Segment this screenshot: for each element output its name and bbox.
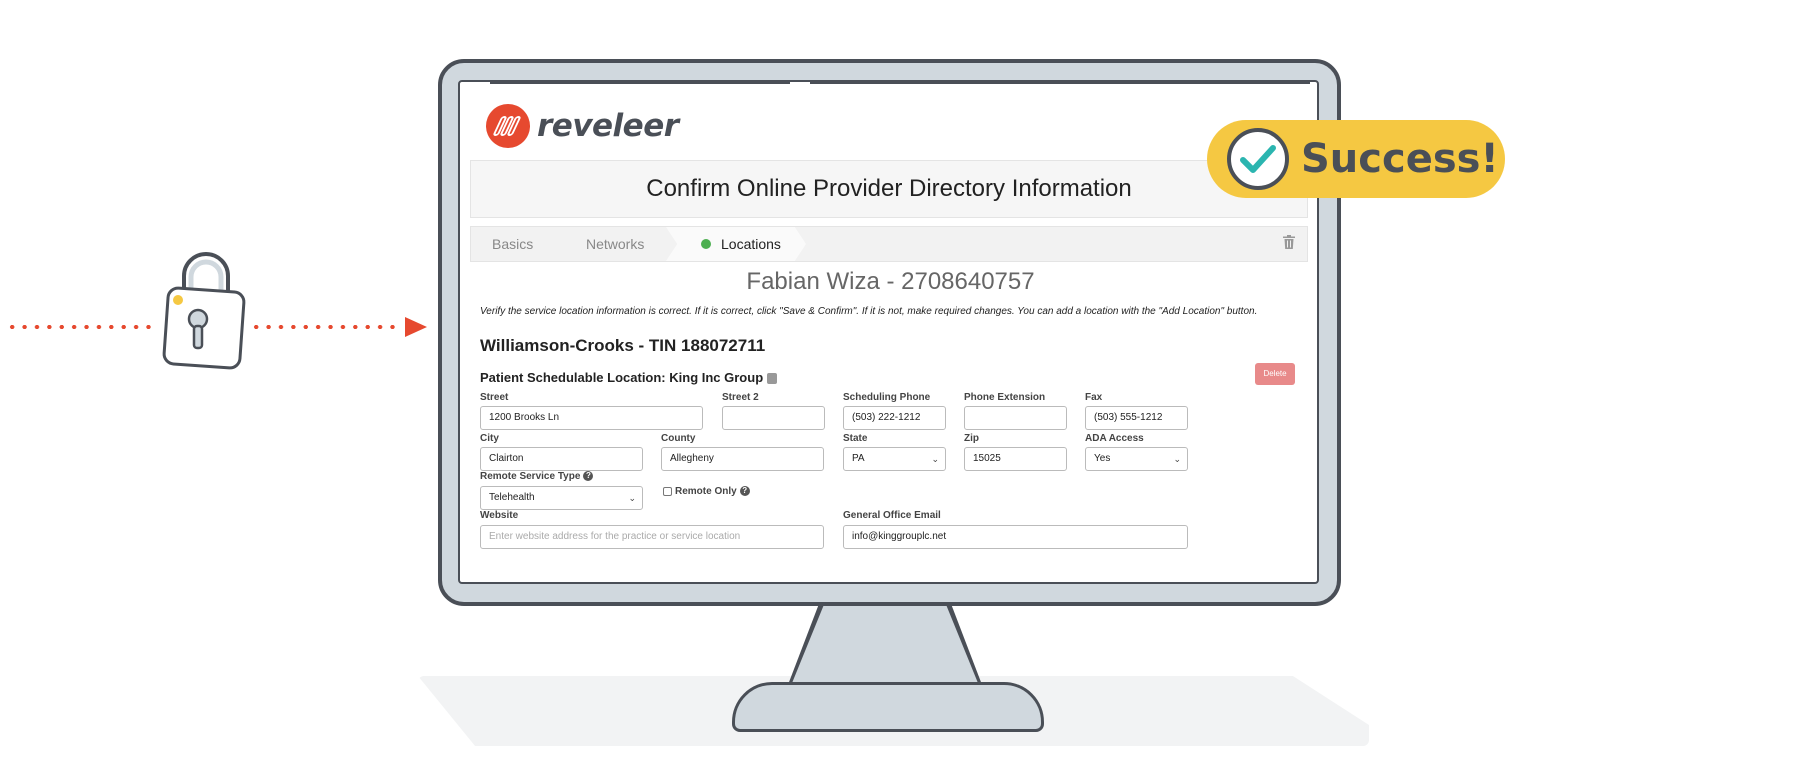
- chevron-down-icon: ⌄: [931, 454, 939, 464]
- street2-input[interactable]: [722, 406, 825, 430]
- help-icon[interactable]: ?: [583, 471, 594, 482]
- success-text: Success!: [1301, 136, 1499, 182]
- trash-icon[interactable]: [1283, 235, 1295, 249]
- general-office-email-input[interactable]: info@kinggrouplc.net: [843, 525, 1188, 549]
- remote-service-type-select[interactable]: Telehealth ⌄: [480, 486, 643, 510]
- padlock-icon: [162, 252, 246, 370]
- instructions-text: Verify the service location information …: [480, 306, 1258, 317]
- county-label: County: [661, 433, 696, 444]
- county-input[interactable]: Allegheny: [661, 447, 824, 471]
- page-title: Confirm Online Provider Directory Inform…: [470, 160, 1308, 218]
- ada-access-select-value: Yes: [1094, 453, 1111, 464]
- tab-locations-label: Locations: [721, 236, 781, 252]
- provider-heading: Fabian Wiza - 2708640757: [746, 268, 1035, 295]
- schedulable-location-heading: Patient Schedulable Location: King Inc G…: [480, 370, 778, 385]
- tab-basics[interactable]: Basics: [492, 227, 533, 261]
- zip-input[interactable]: 15025: [964, 447, 1067, 471]
- general-office-email-label: General Office Email: [843, 510, 941, 521]
- logo-mark-icon: [486, 104, 530, 148]
- app-logo: reveleer: [486, 104, 679, 148]
- delete-button[interactable]: Delete: [1255, 363, 1295, 385]
- phone-extension-input[interactable]: [964, 406, 1067, 430]
- remote-service-type-label-text: Remote Service Type: [480, 471, 581, 482]
- fax-input[interactable]: (503) 555-1212: [1085, 406, 1188, 430]
- street2-label: Street 2: [722, 392, 759, 403]
- remote-only-label: Remote Only?: [675, 486, 750, 497]
- street-input[interactable]: 1200 Brooks Ln: [480, 406, 703, 430]
- ada-access-label: ADA Access: [1085, 433, 1144, 444]
- organization-heading: Williamson-Crooks - TIN 188072711: [480, 336, 766, 355]
- dotted-path: [6, 325, 156, 329]
- city-input[interactable]: Clairton: [480, 447, 643, 471]
- screen-edge: [490, 82, 790, 84]
- state-select-value: PA: [852, 453, 865, 464]
- schedulable-location-text: Patient Schedulable Location: King Inc G…: [480, 370, 764, 385]
- page-title-text: Confirm Online Provider Directory Inform…: [646, 175, 1132, 202]
- chevron-down-icon: ⌄: [628, 493, 636, 503]
- state-label: State: [843, 433, 868, 444]
- website-input[interactable]: Enter website address for the practice o…: [480, 525, 824, 549]
- zip-label: Zip: [964, 433, 979, 444]
- success-badge: Success!: [1207, 120, 1505, 198]
- scheduling-phone-label: Scheduling Phone: [843, 392, 931, 403]
- remote-service-type-label: Remote Service Type?: [480, 471, 594, 482]
- check-circle-icon: [1227, 128, 1289, 190]
- remote-service-type-select-value: Telehealth: [489, 492, 535, 503]
- ada-access-select[interactable]: Yes ⌄: [1085, 447, 1188, 471]
- fax-label: Fax: [1085, 392, 1103, 403]
- street-label: Street: [480, 392, 509, 403]
- lock-icon: [767, 373, 778, 385]
- logo-text: reveleer: [537, 108, 679, 144]
- phone-extension-label: Phone Extension: [964, 392, 1046, 403]
- scheduling-phone-input[interactable]: (503) 222-1212: [843, 406, 946, 430]
- chevron-down-icon: ⌄: [1173, 454, 1181, 464]
- screen-edge: [810, 82, 1310, 84]
- remote-only-label-text: Remote Only: [675, 486, 737, 497]
- tab-locations[interactable]: Locations: [701, 227, 781, 261]
- state-select[interactable]: PA ⌄: [843, 447, 946, 471]
- tab-networks[interactable]: Networks: [586, 227, 644, 261]
- website-label: Website: [480, 510, 519, 521]
- status-dot-icon: [701, 239, 711, 250]
- monitor-base: [732, 682, 1044, 732]
- monitor-screen: reveleer Confirm Online Provider Directo…: [458, 80, 1319, 584]
- help-icon[interactable]: ?: [739, 486, 750, 497]
- city-label: City: [480, 433, 499, 444]
- wizard-tabs: Basics Networks Locations: [470, 226, 1308, 262]
- dotted-path: [250, 325, 402, 329]
- remote-only-checkbox[interactable]: [663, 487, 672, 496]
- arrow-right-icon: [405, 317, 427, 337]
